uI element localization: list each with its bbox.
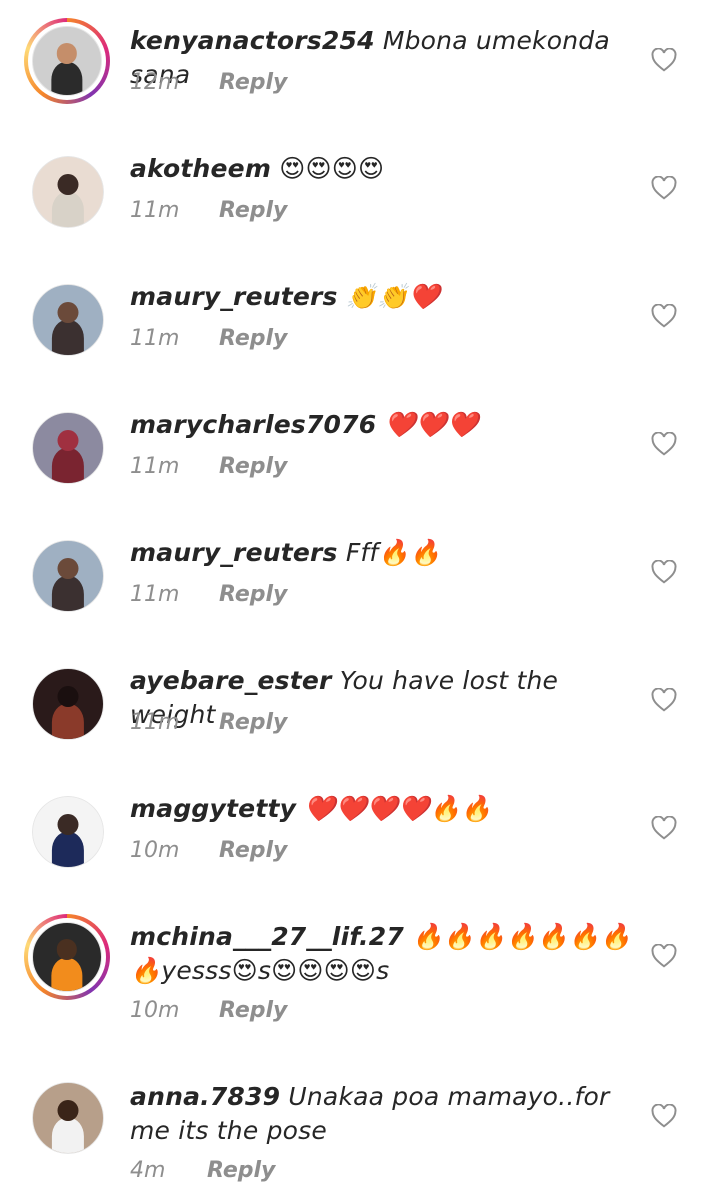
comment-text: maggytetty ❤️❤️❤️❤️🔥🔥 xyxy=(130,792,640,826)
comment-item: kenyanactors254 Mbona umekonda sana 12m … xyxy=(0,0,720,128)
comment-body: ❤️❤️❤️❤️🔥🔥 xyxy=(304,794,493,823)
comment-text: maury_reuters Fff🔥🔥 xyxy=(130,536,640,570)
comment-time: 11m xyxy=(130,710,180,735)
comment-meta: 10m Reply xyxy=(130,838,287,863)
comment-item: anna.7839 Unakaa poa mamayo..for me its … xyxy=(0,1058,720,1204)
comment-meta: 11m Reply xyxy=(130,582,287,607)
comment-meta: 11m Reply xyxy=(130,710,287,735)
avatar[interactable] xyxy=(32,540,104,612)
heart-outline-icon[interactable] xyxy=(651,1104,677,1128)
reply-button[interactable]: Reply xyxy=(219,838,287,863)
comment-username[interactable]: akotheem xyxy=(130,154,271,183)
comment-time: 12m xyxy=(130,70,180,95)
comment-username[interactable]: kenyanactors254 xyxy=(130,26,375,55)
avatar[interactable] xyxy=(32,796,104,868)
comment-username[interactable]: anna.7839 xyxy=(130,1082,280,1111)
comment-time: 11m xyxy=(130,582,180,607)
avatar[interactable] xyxy=(32,156,104,228)
comment-body: 😍😍😍😍 xyxy=(279,154,385,183)
heart-outline-icon[interactable] xyxy=(651,816,677,840)
avatar[interactable] xyxy=(32,668,104,740)
comment-time: 11m xyxy=(130,326,180,351)
avatar[interactable] xyxy=(24,914,110,1000)
comment-username[interactable]: marycharles7076 xyxy=(130,410,376,439)
heart-outline-icon[interactable] xyxy=(651,432,677,456)
heart-outline-icon[interactable] xyxy=(651,688,677,712)
avatar[interactable] xyxy=(32,284,104,356)
reply-button[interactable]: Reply xyxy=(219,710,287,735)
comment-time: 11m xyxy=(130,454,180,479)
comment-item: mchina___27__lif.27 🔥🔥🔥🔥🔥🔥🔥🔥yesss😍s😍😍😍😍s… xyxy=(0,896,720,1058)
comment-meta: 10m Reply xyxy=(130,998,287,1023)
comment-username[interactable]: maggytetty xyxy=(130,794,296,823)
comment-body: 👏👏❤️ xyxy=(345,282,440,311)
comment-body: Fff🔥🔥 xyxy=(345,538,442,567)
heart-outline-icon[interactable] xyxy=(651,944,677,968)
comment-item: maury_reuters Fff🔥🔥 11m Reply xyxy=(0,512,720,640)
comment-item: ayebare_ester You have lost the weight 1… xyxy=(0,640,720,768)
comment-username[interactable]: ayebare_ester xyxy=(130,666,332,695)
reply-button[interactable]: Reply xyxy=(219,582,287,607)
comment-time: 4m xyxy=(130,1158,166,1183)
comment-time: 10m xyxy=(130,838,180,863)
comment-username[interactable]: maury_reuters xyxy=(130,538,338,567)
comment-text: mchina___27__lif.27 🔥🔥🔥🔥🔥🔥🔥🔥yesss😍s😍😍😍😍s xyxy=(130,920,640,988)
heart-outline-icon[interactable] xyxy=(651,560,677,584)
comment-meta: 4m Reply xyxy=(130,1158,275,1183)
avatar[interactable] xyxy=(24,18,110,104)
avatar[interactable] xyxy=(32,412,104,484)
comment-time: 11m xyxy=(130,198,180,223)
comment-text: maury_reuters 👏👏❤️ xyxy=(130,280,640,314)
comment-meta: 11m Reply xyxy=(130,326,287,351)
comment-username[interactable]: mchina___27__lif.27 xyxy=(130,922,404,951)
comment-meta: 11m Reply xyxy=(130,454,287,479)
reply-button[interactable]: Reply xyxy=(219,454,287,479)
heart-outline-icon[interactable] xyxy=(651,304,677,328)
reply-button[interactable]: Reply xyxy=(219,198,287,223)
reply-button[interactable]: Reply xyxy=(207,1158,275,1183)
comment-item: maury_reuters 👏👏❤️ 11m Reply xyxy=(0,256,720,384)
comment-username[interactable]: maury_reuters xyxy=(130,282,338,311)
comment-time: 10m xyxy=(130,998,180,1023)
avatar[interactable] xyxy=(32,1082,104,1154)
comment-text: akotheem 😍😍😍😍 xyxy=(130,152,640,186)
comment-text: marycharles7076 ❤️❤️❤️ xyxy=(130,408,640,442)
comment-meta: 11m Reply xyxy=(130,198,287,223)
comment-meta: 12m Reply xyxy=(130,70,287,95)
reply-button[interactable]: Reply xyxy=(219,70,287,95)
heart-outline-icon[interactable] xyxy=(651,48,677,72)
comment-item: maggytetty ❤️❤️❤️❤️🔥🔥 10m Reply xyxy=(0,768,720,896)
comment-text: anna.7839 Unakaa poa mamayo..for me its … xyxy=(130,1080,640,1148)
reply-button[interactable]: Reply xyxy=(219,998,287,1023)
comment-item: marycharles7076 ❤️❤️❤️ 11m Reply xyxy=(0,384,720,512)
reply-button[interactable]: Reply xyxy=(219,326,287,351)
comment-body: ❤️❤️❤️ xyxy=(384,410,479,439)
heart-outline-icon[interactable] xyxy=(651,176,677,200)
comment-item: akotheem 😍😍😍😍 11m Reply xyxy=(0,128,720,256)
